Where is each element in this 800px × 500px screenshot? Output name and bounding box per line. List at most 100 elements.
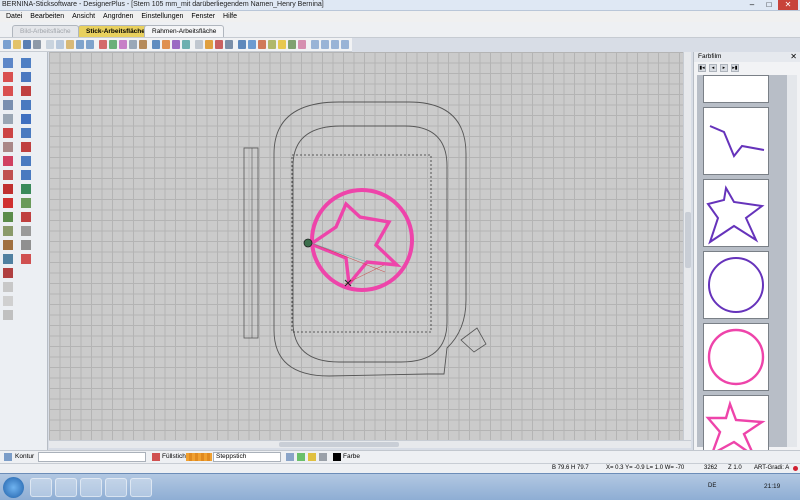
grid-icon[interactable] [129,40,137,49]
colorfilm-item-star-outline[interactable] [703,179,769,247]
lock-icon[interactable] [278,40,286,49]
outline-icon[interactable] [3,310,13,320]
sketch-icon[interactable] [21,184,31,194]
reshape-icon[interactable] [3,72,13,82]
color-swatch[interactable] [333,453,341,461]
color-wheel-icon[interactable] [297,453,305,461]
zoom-fit-icon[interactable] [331,40,339,49]
last-button[interactable]: ▸▮ [730,64,739,72]
group-icon[interactable] [288,40,296,49]
zoom-1to1-icon[interactable] [341,40,349,49]
blackwork-icon[interactable] [3,296,13,306]
taskbar-firefox-icon[interactable] [55,478,77,497]
taskbar-media-icon[interactable] [80,478,102,497]
kontur-dropdown[interactable] [38,452,146,462]
stitch-type-dropdown[interactable]: Steppstich [213,452,281,462]
show-picture-icon[interactable] [182,40,190,49]
paint-icon[interactable] [21,198,31,208]
menu-fenster[interactable]: Fenster [191,11,215,22]
align-icon[interactable] [225,40,233,49]
border-icon[interactable] [21,156,31,166]
color-icon[interactable] [109,40,117,49]
realistic-view-icon[interactable] [152,40,160,49]
new-icon[interactable] [3,40,11,49]
taskbar-bernina-icon[interactable] [105,478,127,497]
stamp-icon[interactable] [21,128,31,138]
tab-bild-arbeitsflaeche[interactable]: Bild-Arbeitsfläche [12,25,79,37]
zoom-out-icon[interactable] [321,40,329,49]
portfolio-icon[interactable] [3,212,13,222]
applique-icon[interactable] [268,40,276,49]
star-tool-icon[interactable] [3,86,13,96]
mirror-icon[interactable] [215,40,223,49]
star-fill-icon[interactable] [21,142,31,152]
slow-redraw-icon[interactable] [248,40,256,49]
horizontal-scroll-thumb[interactable] [279,442,399,447]
maximize-button[interactable]: □ [761,0,777,10]
heart-tool-icon[interactable] [3,156,13,166]
appliqué-tool-icon[interactable] [3,240,13,250]
cut-icon[interactable] [46,40,54,49]
menu-anordnen[interactable]: Angrdnen [103,11,133,22]
motif-icon[interactable] [21,114,31,124]
colorfilm-item-circle-pink[interactable] [703,323,769,391]
language-indicator[interactable]: DE [708,483,716,489]
undo-icon[interactable] [76,40,84,49]
first-button[interactable]: ▮◂ [698,64,706,72]
3d-view-icon[interactable] [258,40,266,49]
colorfilm-close-button[interactable]: ✕ [790,52,797,62]
start-button-icon[interactable] [3,477,24,498]
paste-icon[interactable] [66,40,74,49]
menu-datei[interactable]: Datei [6,11,22,22]
zoom-in-icon[interactable] [311,40,319,49]
redo-icon[interactable] [86,40,94,49]
minimize-button[interactable]: – [744,0,760,10]
arc-tool-icon[interactable] [3,142,13,152]
menu-hilfe[interactable]: Hilfe [223,11,237,22]
gradient-icon[interactable] [21,226,31,236]
cross-stitch-icon[interactable] [3,226,13,236]
colorfilm-item-star-partial[interactable] [703,107,769,175]
taskbar-explorer-icon[interactable] [30,478,52,497]
show-stitches-icon[interactable] [162,40,170,49]
magic-wand-icon[interactable] [3,282,13,292]
freehand-tool-icon[interactable] [3,128,13,138]
pattern-fill-icon[interactable] [21,100,31,110]
design-info-icon[interactable] [238,40,246,49]
fill-pattern-icon[interactable] [21,86,31,96]
show-objects-icon[interactable] [172,40,180,49]
close-button[interactable]: ✕ [778,0,798,10]
horizontal-scrollbar[interactable] [49,440,691,448]
monogram-icon[interactable] [3,254,13,264]
circle-tool-icon[interactable] [3,184,13,194]
line-tool-icon[interactable] [3,100,13,110]
settings-icon[interactable] [286,453,294,461]
knife-icon[interactable] [21,212,31,222]
system-clock[interactable]: 21:19 [764,483,780,490]
break-apart-icon[interactable] [3,268,13,278]
rectangle-tool-icon[interactable] [3,198,13,208]
tab-rahmen-arbeitsflaeche[interactable]: Rahmen-Arbeitsfläche [144,25,225,37]
taskbar-word-icon[interactable] [130,478,152,497]
colorfilm-item-circle-purple[interactable] [703,251,769,319]
vertical-scroll-thumb[interactable] [685,212,691,268]
fill-circle-icon[interactable] [21,240,31,250]
stitch-player-icon[interactable] [99,40,107,49]
farbe-button[interactable]: Farbe [343,453,360,460]
print-icon[interactable] [33,40,41,49]
quilt-icon[interactable] [21,170,31,180]
colorfilm-item-top[interactable] [703,75,769,103]
thread-chart-icon[interactable] [319,453,327,461]
thread-icon[interactable] [119,40,127,49]
polygon-tool-icon[interactable] [3,114,13,124]
next-button[interactable]: ▸ [719,64,728,72]
rotate-icon[interactable] [205,40,213,49]
satin-icon[interactable] [21,72,31,82]
select-icon[interactable] [3,58,13,68]
brush-icon[interactable] [21,58,31,68]
menu-ansicht[interactable]: Ansicht [72,11,95,22]
prev-button[interactable]: ◂ [708,64,717,72]
embroidery-canvas[interactable] [49,52,687,440]
menu-einstellungen[interactable]: Einstellungen [141,11,183,22]
menu-bearbeiten[interactable]: Bearbeiten [30,11,64,22]
